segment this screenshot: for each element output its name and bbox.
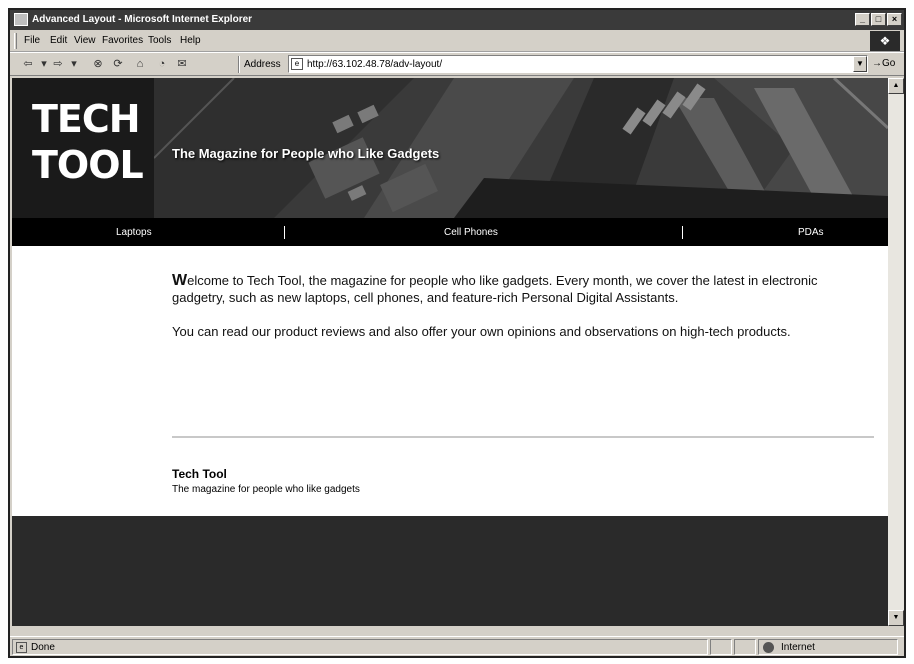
nav-cell-phones[interactable]: Cell Phones: [444, 227, 498, 238]
status-bar: e Done Internet: [10, 636, 904, 656]
menu-view[interactable]: View: [74, 35, 96, 46]
page-done-icon: e: [16, 642, 27, 653]
address-dropdown-button[interactable]: ▼: [853, 56, 867, 72]
home-icon[interactable]: ⌂: [134, 58, 146, 70]
title-bar: Advanced Layout - Microsoft Internet Exp…: [10, 10, 904, 30]
status-pane-main: e Done: [12, 639, 708, 655]
footer-subtitle: The magazine for people who like gadgets: [172, 484, 360, 495]
scroll-up-button[interactable]: ▲: [888, 78, 904, 94]
status-pane-lock: [734, 639, 756, 655]
address-label: Address: [244, 59, 281, 70]
nav-laptops[interactable]: Laptops: [116, 227, 152, 238]
intro-paragraph: Welcome to Tech Tool, the magazine for p…: [172, 272, 874, 306]
window-title: Advanced Layout - Microsoft Internet Exp…: [32, 14, 253, 25]
menu-bar: File Edit View Favorites Tools Help ❖: [10, 30, 904, 52]
logo-line-2: TOOL: [32, 143, 144, 187]
intro-dropcap: W: [172, 272, 188, 289]
toolbar-separator: [238, 56, 240, 73]
address-field[interactable]: e ▼: [288, 55, 868, 73]
nav-pdas[interactable]: PDAs: [798, 227, 824, 238]
nav-divider: [284, 226, 285, 239]
toolbar-grip[interactable]: [14, 33, 17, 49]
logo-line-1: TECH: [32, 97, 141, 141]
main-content: Welcome to Tech Tool, the magazine for p…: [172, 272, 874, 357]
window-controls: _ □ ×: [855, 13, 902, 27]
go-button[interactable]: →Go: [872, 58, 895, 69]
browser-window: Advanced Layout - Microsoft Internet Exp…: [8, 8, 906, 658]
menu-tools[interactable]: Tools: [148, 35, 171, 46]
internet-globe-icon: [763, 642, 774, 653]
refresh-icon[interactable]: ⟳: [112, 58, 124, 70]
site-tagline: The Magazine for People who Like Gadgets: [172, 146, 440, 161]
site-banner: TECH TOOL The Magazine for People who Li…: [12, 78, 888, 218]
status-pane-zone: Internet: [758, 639, 898, 655]
nav-divider: [682, 226, 683, 239]
page-footer-band: [12, 516, 888, 626]
scroll-down-button[interactable]: ▼: [888, 610, 904, 626]
vertical-scrollbar[interactable]: ▲ ▼: [888, 78, 904, 626]
menu-edit[interactable]: Edit: [50, 35, 67, 46]
forward-dropdown-icon[interactable]: ▾: [68, 58, 80, 70]
mail-icon[interactable]: ✉: [176, 58, 188, 70]
back-arrow-icon[interactable]: ⇦: [22, 58, 34, 70]
page-icon: e: [291, 58, 303, 70]
address-input[interactable]: [307, 57, 847, 71]
intro-text: elcome to Tech Tool, the magazine for pe…: [172, 273, 818, 305]
horizontal-rule: [172, 436, 874, 438]
menu-help[interactable]: Help: [180, 35, 201, 46]
forward-arrow-icon[interactable]: ⇨: [52, 58, 64, 70]
site-logo[interactable]: TECH TOOL: [12, 78, 154, 218]
back-dropdown-icon[interactable]: ▾: [38, 58, 50, 70]
close-button[interactable]: ×: [887, 13, 902, 26]
menu-favorites[interactable]: Favorites: [102, 35, 143, 46]
address-toolbar: ⇦ ▾ ⇨ ▾ ⊗ ⟳ ⌂ ◔ ✉ Address e ▼ →Go: [10, 52, 904, 76]
minimize-button[interactable]: _: [855, 13, 870, 26]
stop-icon[interactable]: ⊗: [92, 58, 104, 70]
page-viewport[interactable]: TECH TOOL The Magazine for People who Li…: [12, 78, 888, 626]
status-pane-progress: [710, 639, 732, 655]
zone-text: Internet: [781, 642, 815, 653]
history-icon[interactable]: ◔: [156, 58, 168, 70]
windows-logo-icon: ❖: [870, 31, 900, 51]
reviews-paragraph: You can read our product reviews and als…: [172, 324, 791, 339]
maximize-button[interactable]: □: [871, 13, 886, 26]
menu-file[interactable]: File: [24, 35, 40, 46]
footer-title: Tech Tool: [172, 467, 227, 481]
ie-app-icon[interactable]: [14, 13, 28, 26]
go-label: Go: [882, 58, 896, 69]
status-text: Done: [31, 642, 55, 653]
site-nav: Laptops Cell Phones PDAs: [12, 218, 888, 246]
